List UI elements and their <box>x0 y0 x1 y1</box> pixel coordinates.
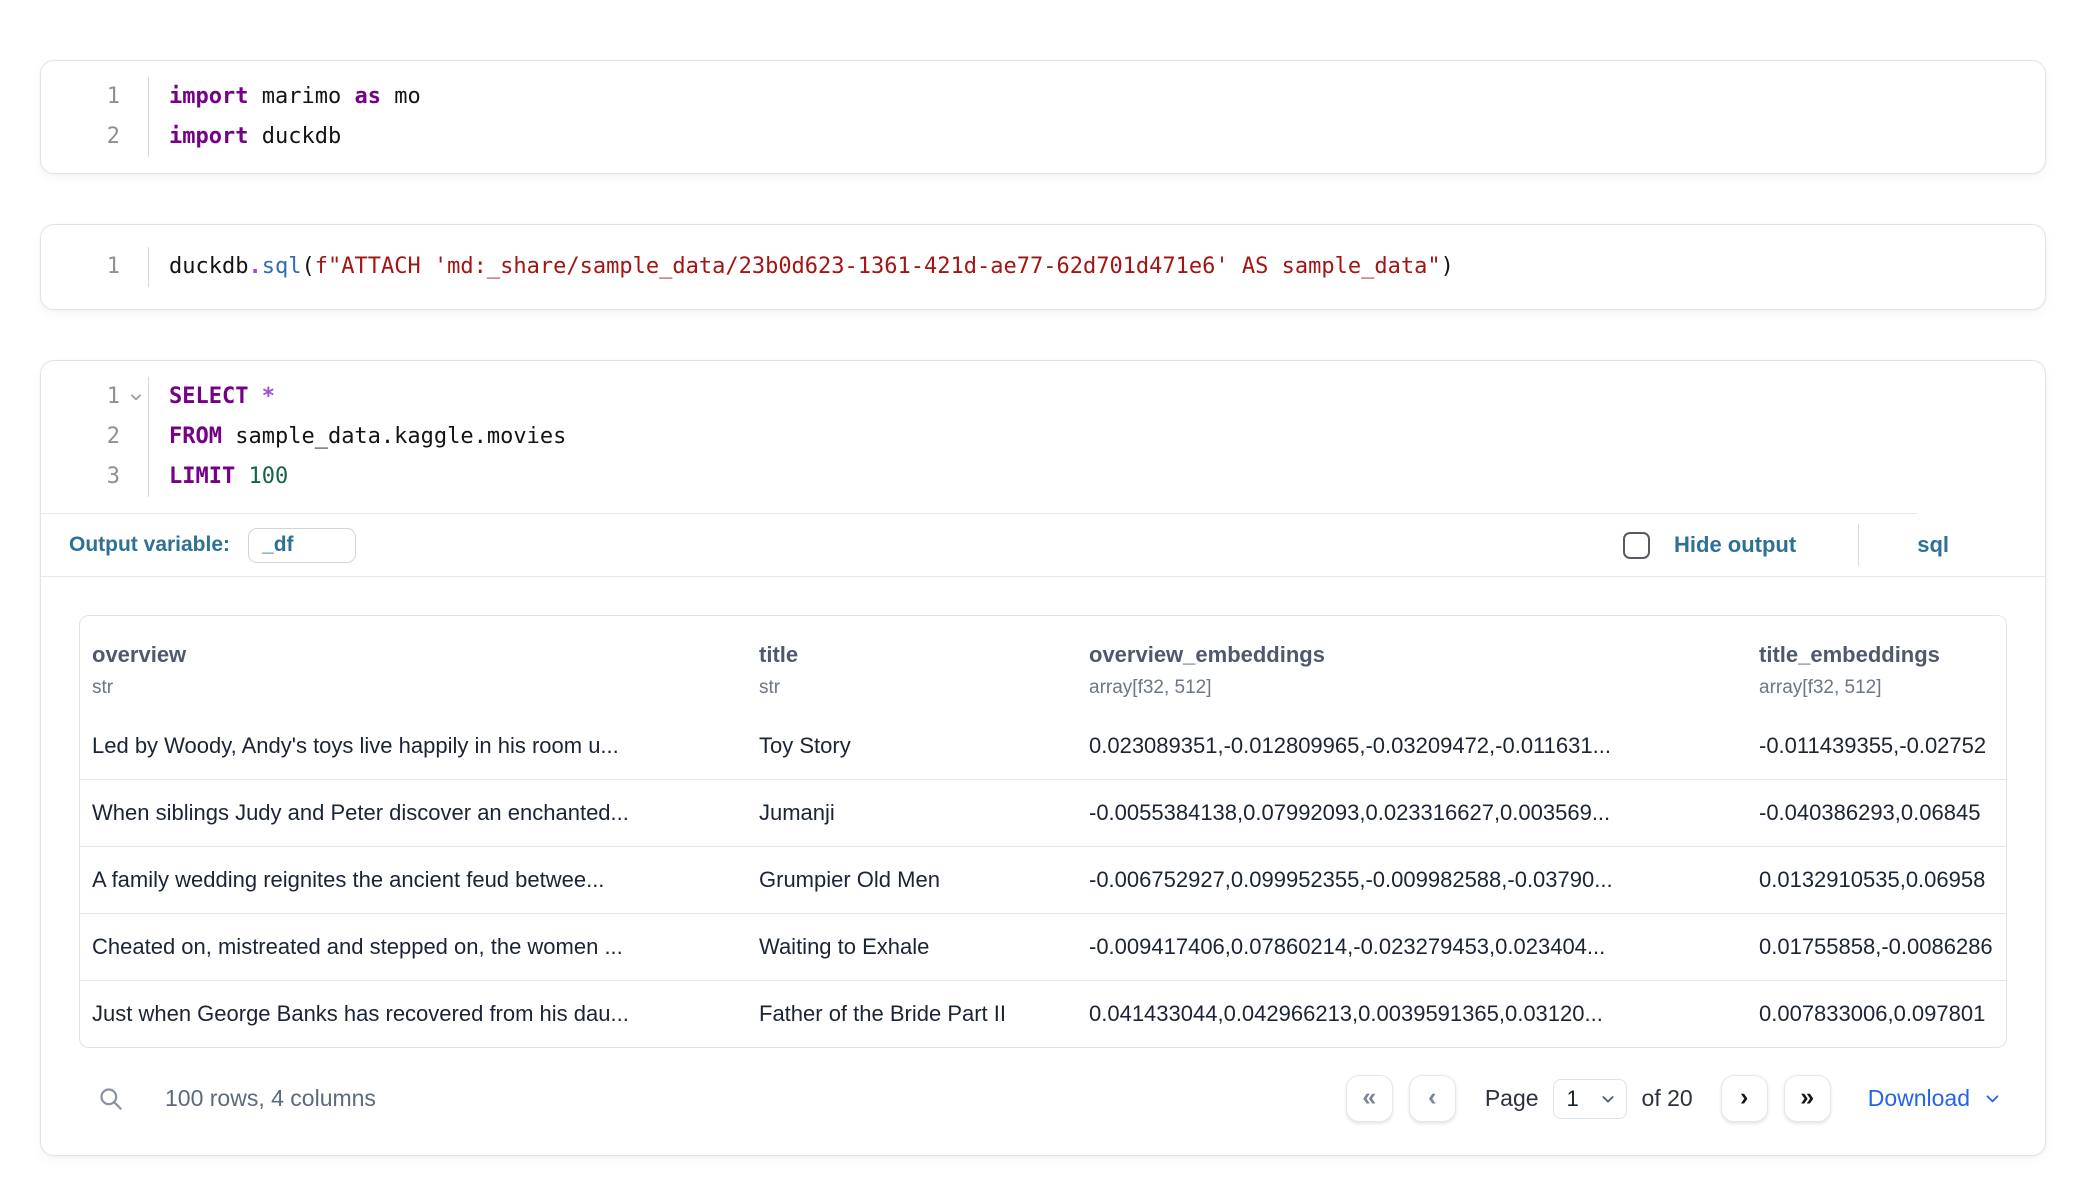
table-row: A family wedding reignites the ancient f… <box>80 846 2006 913</box>
table-cell: Led by Woody, Andy's toys live happily i… <box>80 713 747 779</box>
page-count-label: of 20 <box>1642 1085 1693 1112</box>
table-cell: When siblings Judy and Peter discover an… <box>80 780 747 846</box>
last-page-button[interactable]: » <box>1784 1075 1831 1122</box>
table-cell: Grumpier Old Men <box>747 847 1077 913</box>
table-cell: 0.007833006,0.097801 <box>1747 981 2006 1047</box>
cell-output: overview str title str overview_embeddingsar… <box>41 577 2045 1048</box>
line-number-gutter: 1 <box>41 247 149 287</box>
code-editor-attach[interactable]: 1 duckdb.sql(f"ATTACH 'md:_share/sample_d… <box>41 225 2045 309</box>
code-line: import marimo as mo <box>169 77 2045 117</box>
code-lines: duckdb.sql(f"ATTACH 'md:_share/sample_da… <box>149 247 2045 287</box>
row-summary: 100 rows, 4 columns <box>165 1085 376 1112</box>
page-select[interactable]: 1 <box>1553 1079 1627 1119</box>
table-header-row: overview str title str overview_embeddingsar… <box>80 616 2006 713</box>
download-button[interactable]: Download <box>1868 1085 2001 1112</box>
column-name: title <box>759 642 1065 668</box>
table-footer: 100 rows, 4 columns « ‹ Page 1 of 20 › »… <box>41 1048 2045 1155</box>
hide-output-label: Hide output <box>1674 532 1796 558</box>
marimo-notebook: 12import marimo as moimport duckdb 1duck… <box>0 0 2086 1156</box>
prev-page-button[interactable]: ‹ <box>1409 1075 1456 1122</box>
line-number: 1 <box>41 377 148 417</box>
line-number: 2 <box>41 417 148 457</box>
toolbar-divider <box>1858 524 1859 566</box>
table-cell: -0.006752927,0.099952355,-0.009982588,-0… <box>1077 847 1747 913</box>
first-page-button[interactable]: « <box>1346 1075 1393 1122</box>
table-row: Cheated on, mistreated and stepped on, t… <box>80 913 2006 980</box>
table-row: Led by Woody, Andy's toys live happily i… <box>80 713 2006 779</box>
table-cell: -0.040386293,0.06845 <box>1747 780 2006 846</box>
table-cell: -0.011439355,-0.02752 <box>1747 713 2006 779</box>
table-row: Just when George Banks has recovered fro… <box>80 980 2006 1047</box>
line-number: 3 <box>41 457 148 497</box>
code-line: FROM sample_data.kaggle.movies <box>169 417 2045 457</box>
column-type: str <box>92 677 735 699</box>
table-cell: -0.009417406,0.07860214,-0.023279453,0.0… <box>1077 914 1747 980</box>
language-toggle-button[interactable]: sql <box>1917 532 1949 558</box>
download-label: Download <box>1868 1085 1970 1112</box>
pagination: « ‹ Page 1 of 20 › » <box>1346 1075 1831 1122</box>
column-header[interactable]: overview str <box>80 616 747 713</box>
table-body: Led by Woody, Andy's toys live happily i… <box>80 713 2006 1047</box>
hide-output-checkbox[interactable] <box>1623 532 1650 559</box>
column-header[interactable]: overview_embeddings array[f32, 512] <box>1077 616 1747 713</box>
column-name: overview <box>92 642 735 668</box>
table-cell: Toy Story <box>747 713 1077 779</box>
line-number: 2 <box>41 117 148 157</box>
table-cell: Just when George Banks has recovered fro… <box>80 981 747 1047</box>
code-lines: SELECT *FROM sample_data.kaggle.moviesLI… <box>149 377 2045 497</box>
code-line: import duckdb <box>169 117 2045 157</box>
table-cell: 0.0132910535,0.06958 <box>1747 847 2006 913</box>
code-line: LIMIT 100 <box>169 457 2045 497</box>
page-select-value: 1 <box>1567 1086 1579 1112</box>
column-header[interactable]: title str <box>747 616 1077 713</box>
column-type: str <box>759 677 1065 699</box>
next-page-button[interactable]: › <box>1721 1075 1768 1122</box>
fold-chevron-icon[interactable] <box>129 390 143 404</box>
line-number-gutter: 12 <box>41 77 149 157</box>
table-cell: Waiting to Exhale <box>747 914 1077 980</box>
table-header: overview str title str overview_embeddingsar… <box>80 616 2006 713</box>
code-editor-imports[interactable]: 12import marimo as moimport duckdb <box>41 61 2045 173</box>
table-row: When siblings Judy and Peter discover an… <box>80 779 2006 846</box>
code-cell-imports: 12import marimo as moimport duckdb <box>40 60 2046 174</box>
column-header[interactable]: title_embeddings array[f32, 512] <box>1747 616 2006 713</box>
table-cell: A family wedding reignites the ancient f… <box>80 847 747 913</box>
table-cell: Cheated on, mistreated and stepped on, t… <box>80 914 747 980</box>
chevron-down-icon <box>1984 1090 2001 1107</box>
chevron-down-icon <box>1600 1091 1616 1107</box>
output-variable-label: Output variable: <box>69 533 230 557</box>
column-name: overview_embeddings <box>1089 642 1735 668</box>
page-label: Page <box>1485 1085 1539 1112</box>
column-type: array[f32, 512] <box>1759 677 1994 699</box>
table-cell: 0.01755858,-0.0086286 <box>1747 914 2006 980</box>
table-cell: 0.041433044,0.042966213,0.0039591365,0.0… <box>1077 981 1747 1047</box>
code-editor-sql[interactable]: 123SELECT *FROM sample_data.kaggle.movie… <box>41 361 2045 513</box>
results-table: overview str title str overview_embeddingsar… <box>79 615 2007 1048</box>
output-variable-input[interactable]: _df <box>248 528 356 563</box>
code-cell-attach: 1 duckdb.sql(f"ATTACH 'md:_share/sample_d… <box>40 224 2046 310</box>
sql-cell: 123SELECT *FROM sample_data.kaggle.movie… <box>40 360 2046 1156</box>
code-line: duckdb.sql(f"ATTACH 'md:_share/sample_da… <box>169 247 2045 287</box>
table-cell: Father of the Bride Part II <box>747 981 1077 1047</box>
table-cell: Jumanji <box>747 780 1077 846</box>
line-number: 1 <box>41 247 148 287</box>
sql-cell-toolbar: Output variable: _df Hide output sql <box>41 514 2045 576</box>
code-line: SELECT * <box>169 377 2045 417</box>
line-number-gutter: 123 <box>41 377 149 497</box>
table-cell: 0.023089351,-0.012809965,-0.03209472,-0.… <box>1077 713 1747 779</box>
search-icon[interactable] <box>97 1085 124 1112</box>
column-name: title_embeddings <box>1759 642 1994 668</box>
line-number: 1 <box>41 77 148 117</box>
column-type: array[f32, 512] <box>1089 677 1735 699</box>
code-lines: import marimo as moimport duckdb <box>149 77 2045 157</box>
table-cell: -0.0055384138,0.07992093,0.023316627,0.0… <box>1077 780 1747 846</box>
